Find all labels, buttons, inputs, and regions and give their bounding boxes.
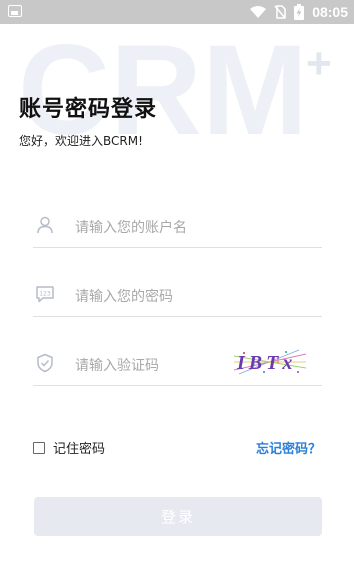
captcha-image[interactable]: IBTx	[234, 348, 306, 376]
status-bar: 08:05	[0, 0, 354, 24]
no-sim-icon	[274, 5, 286, 19]
status-icons: 08:05	[250, 3, 348, 21]
username-field[interactable]: 请输入您的账户名	[33, 206, 322, 248]
captcha-text: IBTx	[236, 352, 296, 374]
status-time: 08:05	[312, 4, 348, 20]
wifi-icon	[250, 6, 267, 18]
password-placeholder: 请输入您的密码	[75, 289, 173, 305]
remember-password[interactable]: 记住密码	[33, 438, 105, 457]
verification-code-placeholder: 请输入验证码	[75, 358, 159, 374]
remember-password-label: 记住密码	[53, 442, 106, 457]
forgot-password-link[interactable]: 忘记密码？	[256, 438, 321, 457]
battery-charging-icon	[294, 4, 305, 20]
watermark-plus: +	[306, 39, 332, 88]
password-icon: 123	[36, 286, 54, 303]
shield-check-icon	[37, 353, 53, 373]
username-placeholder: 请输入您的账户名	[75, 220, 187, 236]
login-button[interactable]: 登录	[34, 497, 322, 536]
remember-password-checkbox[interactable]	[33, 441, 45, 454]
image-icon	[8, 5, 22, 17]
page-title: 账号密码登录	[19, 97, 158, 122]
verification-code-field[interactable]: 请输入验证码 IBTx	[33, 344, 322, 386]
page-subtitle: 您好，欢迎进入BCRM!	[19, 134, 143, 148]
svg-text:123: 123	[39, 291, 51, 298]
user-icon	[37, 216, 53, 234]
password-field[interactable]: 123 请输入您的密码	[33, 275, 322, 317]
